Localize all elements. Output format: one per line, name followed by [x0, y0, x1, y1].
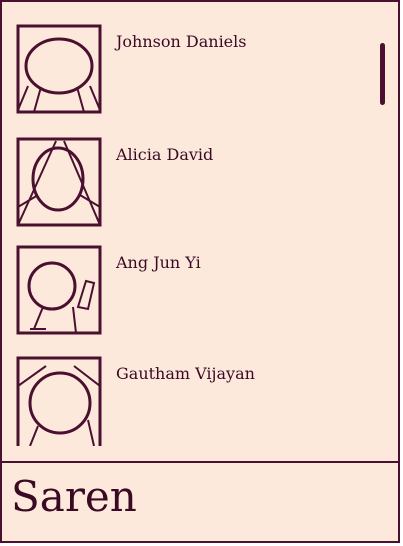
contact-item[interactable]: Alicia David [2, 137, 372, 237]
contact-name: Alicia David [116, 145, 214, 164]
app-window: Johnson Daniels Alicia David Ang Jun Yi … [0, 0, 400, 543]
contact-item[interactable]: Gautham Vijayan [2, 356, 372, 456]
contact-item[interactable]: Ang Jun Yi [2, 245, 372, 345]
avatar-placeholder-icon [16, 24, 102, 114]
contact-name: Johnson Daniels [116, 32, 247, 51]
account-name: Saren [11, 472, 137, 521]
avatar-placeholder-icon [16, 245, 102, 335]
footer-divider [2, 461, 398, 463]
scrollbar-thumb[interactable] [380, 43, 385, 105]
contact-name: Ang Jun Yi [116, 253, 201, 272]
avatar-placeholder-icon [16, 137, 102, 227]
avatar-placeholder-icon [16, 356, 102, 450]
contact-list[interactable]: Johnson Daniels Alicia David Ang Jun Yi … [2, 2, 398, 460]
contact-item[interactable]: Johnson Daniels [2, 24, 372, 124]
contact-name: Gautham Vijayan [116, 364, 255, 383]
